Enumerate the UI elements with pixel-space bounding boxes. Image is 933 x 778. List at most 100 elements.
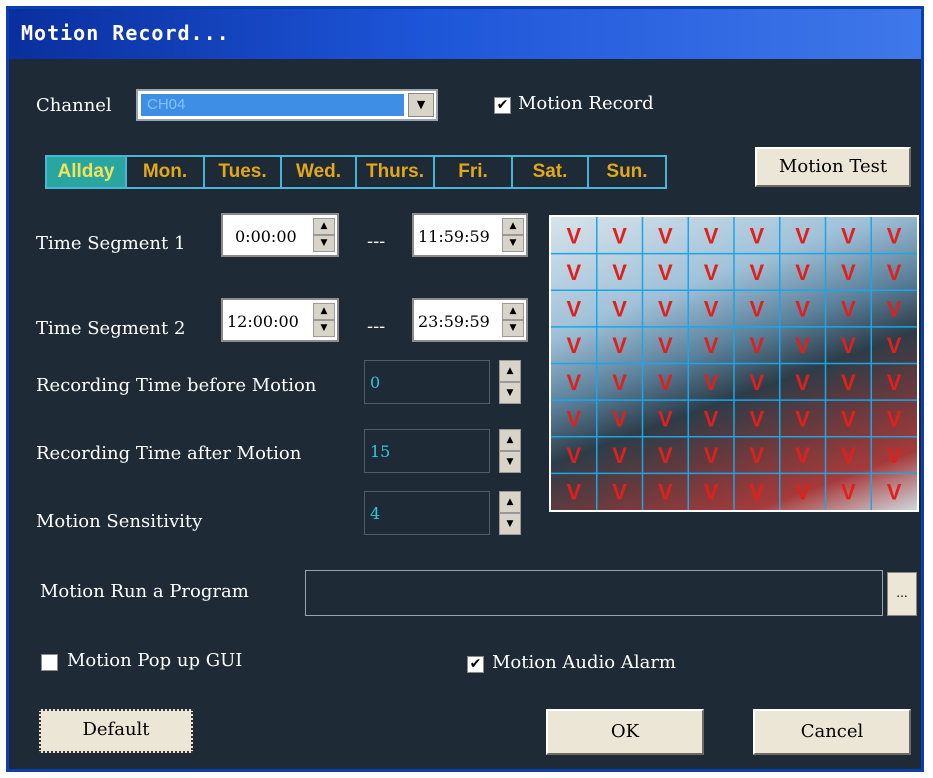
- motion-cell-mark[interactable]: V: [612, 223, 627, 248]
- tab-fri[interactable]: Fri.: [433, 155, 513, 189]
- motion-cell-mark[interactable]: V: [887, 370, 902, 395]
- motion-cell-mark[interactable]: V: [841, 406, 856, 431]
- spin-up-icon[interactable]: ▲: [499, 491, 521, 513]
- segment-1-start-field[interactable]: 0:00:00 ▲ ▼: [221, 213, 339, 257]
- motion-cell-mark[interactable]: V: [704, 480, 719, 505]
- motion-cell-mark[interactable]: V: [612, 260, 627, 285]
- segment-1-end-field[interactable]: 11:59:59 ▲ ▼: [412, 213, 528, 257]
- motion-cell-mark[interactable]: V: [750, 223, 765, 248]
- popup-gui-checkbox[interactable]: [41, 654, 58, 671]
- motion-cell-mark[interactable]: V: [795, 480, 810, 505]
- motion-cell-mark[interactable]: V: [704, 333, 719, 358]
- browse-button[interactable]: ...: [887, 572, 917, 616]
- motion-cell-mark[interactable]: V: [750, 480, 765, 505]
- motion-cell-mark[interactable]: V: [658, 297, 673, 322]
- tab-allday[interactable]: Allday: [45, 155, 127, 189]
- motion-cell-mark[interactable]: V: [795, 443, 810, 468]
- motion-cell-mark[interactable]: V: [750, 333, 765, 358]
- spin-down-icon[interactable]: ▼: [499, 451, 521, 473]
- spin-up-icon[interactable]: ▲: [502, 218, 524, 235]
- motion-test-button[interactable]: Motion Test: [755, 147, 911, 187]
- motion-cell-mark[interactable]: V: [658, 333, 673, 358]
- motion-cell-mark[interactable]: V: [658, 223, 673, 248]
- spin-down-icon[interactable]: ▼: [502, 235, 524, 252]
- audio-alarm-checkbox[interactable]: ✔: [467, 656, 484, 673]
- motion-cell-mark[interactable]: V: [612, 333, 627, 358]
- tab-sat[interactable]: Sat.: [511, 155, 589, 189]
- tab-wed[interactable]: Wed.: [280, 155, 357, 189]
- motion-cell-mark[interactable]: V: [795, 370, 810, 395]
- motion-cell-mark[interactable]: V: [567, 406, 582, 431]
- cancel-button[interactable]: Cancel: [753, 709, 911, 755]
- motion-cell-mark[interactable]: V: [887, 297, 902, 322]
- motion-cell-mark[interactable]: V: [750, 297, 765, 322]
- motion-cell-mark[interactable]: V: [612, 370, 627, 395]
- spin-down-icon[interactable]: ▼: [499, 513, 521, 535]
- motion-cell-mark[interactable]: V: [750, 370, 765, 395]
- motion-cell-mark[interactable]: V: [658, 406, 673, 431]
- motion-detection-grid[interactable]: VVVVVVVVVVVVVVVVVVVVVVVVVVVVVVVVVVVVVVVV…: [549, 215, 919, 512]
- motion-cell-mark[interactable]: V: [795, 333, 810, 358]
- motion-cell-mark[interactable]: V: [795, 406, 810, 431]
- motion-cell-mark[interactable]: V: [658, 260, 673, 285]
- program-path-input[interactable]: [305, 570, 883, 616]
- motion-cell-mark[interactable]: V: [750, 443, 765, 468]
- spin-up-icon[interactable]: ▲: [499, 429, 521, 451]
- tab-tues[interactable]: Tues.: [203, 155, 282, 189]
- motion-cell-mark[interactable]: V: [567, 443, 582, 468]
- channel-select[interactable]: CH04 ▼: [136, 89, 438, 121]
- motion-cell-mark[interactable]: V: [612, 443, 627, 468]
- motion-cell-mark[interactable]: V: [612, 297, 627, 322]
- motion-cell-mark[interactable]: V: [887, 406, 902, 431]
- motion-cell-mark[interactable]: V: [887, 480, 902, 505]
- spin-down-icon[interactable]: ▼: [313, 235, 335, 252]
- default-button[interactable]: Default: [39, 709, 193, 753]
- motion-cell-mark[interactable]: V: [887, 333, 902, 358]
- motion-cell-mark[interactable]: V: [750, 406, 765, 431]
- spin-down-icon[interactable]: ▼: [499, 382, 521, 404]
- sensitivity-field[interactable]: 4: [364, 491, 490, 535]
- spin-down-icon[interactable]: ▼: [502, 320, 524, 337]
- spin-up-icon[interactable]: ▲: [499, 360, 521, 382]
- motion-cell-mark[interactable]: V: [704, 370, 719, 395]
- motion-record-checkbox[interactable]: ✔: [494, 97, 511, 114]
- motion-cell-mark[interactable]: V: [704, 297, 719, 322]
- motion-cell-mark[interactable]: V: [658, 443, 673, 468]
- motion-cell-mark[interactable]: V: [612, 480, 627, 505]
- motion-cell-mark[interactable]: V: [750, 260, 765, 285]
- motion-cell-mark[interactable]: V: [704, 406, 719, 431]
- spin-down-icon[interactable]: ▼: [313, 320, 335, 337]
- motion-cell-mark[interactable]: V: [841, 443, 856, 468]
- motion-cell-mark[interactable]: V: [841, 297, 856, 322]
- motion-cell-mark[interactable]: V: [567, 260, 582, 285]
- motion-cell-mark[interactable]: V: [841, 370, 856, 395]
- motion-cell-mark[interactable]: V: [658, 370, 673, 395]
- motion-cell-mark[interactable]: V: [704, 223, 719, 248]
- motion-cell-mark[interactable]: V: [704, 260, 719, 285]
- segment-2-end-field[interactable]: 23:59:59 ▲ ▼: [412, 298, 528, 342]
- motion-cell-mark[interactable]: V: [841, 480, 856, 505]
- segment-2-start-field[interactable]: 12:00:00 ▲ ▼: [221, 298, 339, 342]
- motion-cell-mark[interactable]: V: [567, 223, 582, 248]
- motion-cell-mark[interactable]: V: [658, 480, 673, 505]
- tab-thurs[interactable]: Thurs.: [355, 155, 435, 189]
- motion-cell-mark[interactable]: V: [841, 260, 856, 285]
- motion-grid-cells[interactable]: V V V V V V V VV V V V V V V VV V V V V V V VV V V V V V V VV V V V V V V V…: [551, 217, 917, 510]
- motion-cell-mark[interactable]: V: [567, 297, 582, 322]
- motion-cell-mark[interactable]: V: [704, 443, 719, 468]
- motion-cell-mark[interactable]: V: [887, 443, 902, 468]
- dropdown-arrow-icon[interactable]: ▼: [408, 93, 434, 117]
- motion-cell-mark[interactable]: V: [795, 260, 810, 285]
- tab-mon[interactable]: Mon.: [125, 155, 205, 189]
- motion-cell-mark[interactable]: V: [795, 297, 810, 322]
- recording-after-field[interactable]: 15: [364, 429, 490, 473]
- motion-cell-mark[interactable]: V: [567, 333, 582, 358]
- spin-up-icon[interactable]: ▲: [502, 303, 524, 320]
- motion-cell-mark[interactable]: V: [887, 260, 902, 285]
- spin-up-icon[interactable]: ▲: [313, 303, 335, 320]
- spin-up-icon[interactable]: ▲: [313, 218, 335, 235]
- title-bar[interactable]: Motion Record...: [9, 9, 921, 59]
- recording-before-field[interactable]: 0: [364, 360, 490, 404]
- motion-cell-mark[interactable]: V: [887, 223, 902, 248]
- tab-sun[interactable]: Sun.: [587, 155, 667, 189]
